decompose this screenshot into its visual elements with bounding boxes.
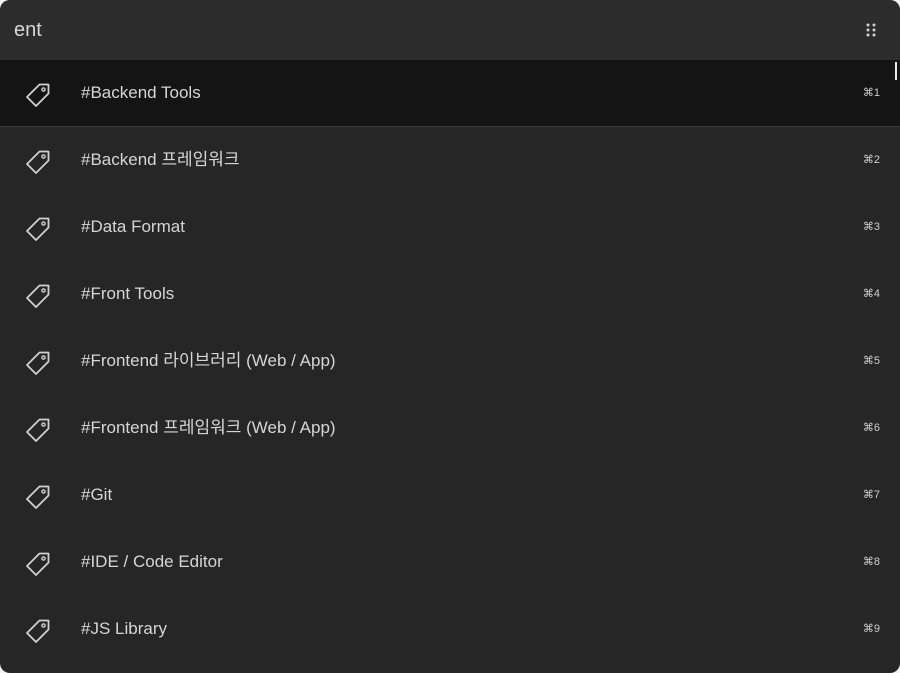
shortcut-hint: ⌘2: [862, 154, 880, 166]
result-label: #JS Library: [81, 619, 167, 638]
results-list: #Backend Tools ⌘1 #Backend 프레임워크 ⌘2 #Data Fo…: [0, 60, 900, 673]
result-row[interactable]: #Frontend 라이브러리 (Web / App) ⌘5: [0, 328, 900, 395]
scrollbar[interactable]: [895, 62, 897, 80]
shortcut-hint: ⌘6: [862, 422, 880, 434]
search-input[interactable]: [14, 13, 834, 47]
result-label: #Git: [81, 485, 113, 504]
result-label: #Front Tools: [81, 284, 175, 303]
tag-icon: [23, 549, 53, 579]
shortcut-hint: ⌘3: [862, 221, 880, 233]
result-row[interactable]: #Git ⌘7: [0, 462, 900, 529]
tag-icon: [23, 214, 53, 244]
result-label: #Frontend 프레임워크 (Web / App): [81, 418, 336, 437]
shortcut-hint: ⌘1: [862, 87, 880, 99]
result-row[interactable]: #Data Format ⌘3: [0, 194, 900, 261]
grip-dots-icon[interactable]: [866, 23, 876, 37]
result-label: #IDE / Code Editor: [81, 552, 223, 571]
shortcut-hint: ⌘8: [862, 556, 880, 568]
result-row[interactable]: #Backend Tools ⌘1: [0, 60, 900, 127]
result-label: #Backend Tools: [81, 83, 201, 102]
result-row[interactable]: #Frontend 프레임워크 (Web / App) ⌘6: [0, 395, 900, 462]
tag-icon: [23, 415, 53, 445]
tag-icon: [23, 482, 53, 512]
shortcut-hint: ⌘5: [862, 355, 880, 367]
tag-icon: [23, 147, 53, 177]
tag-icon: [23, 616, 53, 646]
tag-icon: [23, 348, 53, 378]
tag-icon: [23, 80, 53, 110]
result-row[interactable]: #Backend 프레임워크 ⌘2: [0, 127, 900, 194]
launcher-panel: #Backend Tools ⌘1 #Backend 프레임워크 ⌘2 #Data Fo…: [0, 0, 900, 673]
result-row[interactable]: #JS Library ⌘9: [0, 596, 900, 663]
shortcut-hint: ⌘4: [862, 288, 880, 300]
search-bar: [0, 0, 900, 60]
shortcut-hint: ⌘9: [862, 623, 880, 635]
tag-icon: [23, 281, 53, 311]
shortcut-hint: ⌘7: [862, 489, 880, 501]
result-label: #Frontend 라이브러리 (Web / App): [81, 351, 336, 370]
result-label: #Data Format: [81, 217, 185, 236]
result-row[interactable]: #IDE / Code Editor ⌘8: [0, 529, 900, 596]
result-row[interactable]: #Front Tools ⌘4: [0, 261, 900, 328]
result-label: #Backend 프레임워크: [81, 150, 240, 169]
